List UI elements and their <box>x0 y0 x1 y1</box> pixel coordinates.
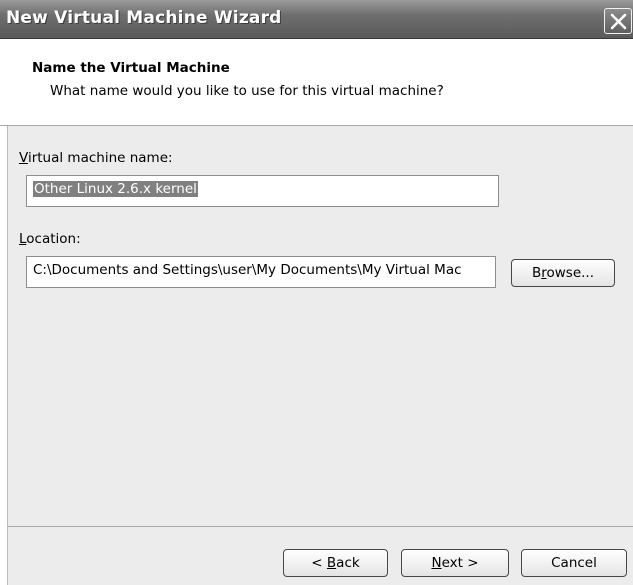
vm-name-label: Virtual machine name: <box>19 150 173 166</box>
next-label-post: ext > <box>441 555 479 571</box>
window-title: New Virtual Machine Wizard <box>6 8 282 28</box>
vm-name-label-access-key: V <box>19 150 28 166</box>
cancel-button[interactable]: Cancel <box>521 549 627 577</box>
vm-name-value: Other Linux 2.6.x kernel <box>33 181 198 197</box>
wizard-header: Name the Virtual Machine What name would… <box>0 39 633 126</box>
browse-label-pre: B <box>531 265 542 281</box>
vm-name-label-text: irtual machine name: <box>27 150 173 166</box>
page-title: Name the Virtual Machine <box>32 60 230 76</box>
location-value: C:\Documents and Settings\user\My Docume… <box>33 262 462 278</box>
vm-name-input[interactable]: Other Linux 2.6.x kernel <box>26 175 499 207</box>
location-label: Location: <box>19 231 81 247</box>
back-button[interactable]: < Back <box>283 549 388 577</box>
wizard-footer: < Back Next > Cancel <box>7 526 633 585</box>
page-subtitle: What name would you like to use for this… <box>50 83 444 99</box>
browse-button[interactable]: Browse... <box>511 259 615 287</box>
browse-label-post: owse... <box>546 265 595 281</box>
next-button[interactable]: Next > <box>401 549 509 577</box>
back-label-pre: < <box>311 555 327 571</box>
title-bar[interactable]: New Virtual Machine Wizard <box>0 0 633 39</box>
back-label-post: ack <box>336 555 360 571</box>
wizard-body: Virtual machine name: Other Linux 2.6.x … <box>7 126 633 526</box>
close-icon <box>610 13 627 30</box>
location-label-text: ocation: <box>26 231 81 247</box>
location-input[interactable]: C:\Documents and Settings\user\My Docume… <box>26 256 496 288</box>
close-button[interactable] <box>604 8 632 34</box>
next-label-key: N <box>431 555 442 571</box>
wizard-window: New Virtual Machine Wizard Name the Virt… <box>0 0 633 585</box>
back-label-key: B <box>326 555 337 571</box>
